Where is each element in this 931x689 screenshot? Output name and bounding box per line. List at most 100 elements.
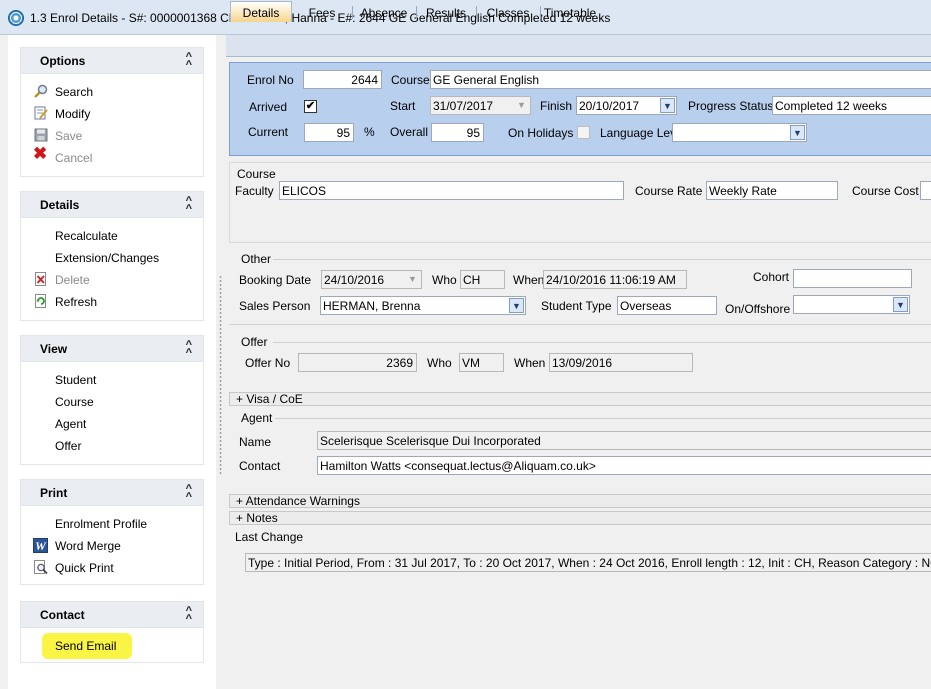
tab-results[interactable]: Results — [420, 4, 472, 22]
when-label: When — [513, 273, 545, 287]
faculty-label: Faculty — [235, 184, 274, 198]
quick-print-item[interactable]: Quick Print — [55, 561, 114, 575]
start-label: Start — [390, 99, 416, 113]
view-agent-item[interactable]: Agent — [55, 417, 86, 431]
booking-date-label: Booking Date — [239, 273, 312, 287]
overall-field[interactable]: 95 — [431, 123, 484, 142]
arrived-label: Arrived — [249, 100, 288, 114]
magnifier-icon — [34, 84, 48, 98]
dropdown-arrow-icon[interactable]: ▼ — [660, 98, 675, 113]
tab-separator — [540, 6, 541, 19]
chevron-up-icon[interactable]: ^ ^ — [186, 484, 192, 503]
word-merge-item[interactable]: Word Merge — [55, 539, 121, 553]
course-cost-label: Course Cost — [852, 184, 919, 198]
faculty-field[interactable]: ELICOS — [279, 181, 624, 200]
offer-divider — [273, 342, 931, 343]
save-menu-item[interactable]: Save — [55, 129, 82, 143]
word-icon: W — [33, 538, 48, 553]
booking-date-field[interactable]: 24/10/2016 ▼ — [321, 270, 422, 289]
view-group: View ^ ^ — [20, 335, 204, 465]
start-date-field[interactable]: 31/07/2017 ▼ — [430, 96, 531, 115]
tab-classes[interactable]: Classes — [480, 4, 536, 22]
other-section-title: Other — [241, 252, 272, 266]
chevron-up-icon[interactable]: ^ ^ — [186, 340, 192, 359]
course-cost-field[interactable] — [920, 181, 931, 200]
finish-date-field[interactable]: 20/10/2017 ▼ — [576, 96, 677, 115]
send-email-item[interactable]: Send Email — [55, 639, 116, 653]
course-rate-field[interactable]: Weekly Rate — [706, 181, 838, 200]
course-field[interactable]: GE General English — [430, 70, 931, 89]
details-header[interactable]: Details ^ ^ — [21, 192, 203, 218]
view-student-item[interactable]: Student — [55, 373, 96, 387]
who-field: CH — [460, 270, 505, 289]
tab-timetable[interactable]: Timetable — [542, 4, 598, 22]
tab-separator — [352, 6, 353, 19]
student-type-field[interactable]: Overseas — [617, 296, 717, 315]
cohort-field[interactable] — [793, 269, 912, 288]
modify-menu-item[interactable]: Modify — [55, 107, 90, 121]
language-level-dropdown[interactable]: ▼ — [672, 123, 807, 142]
view-offer-item[interactable]: Offer — [55, 439, 81, 453]
notes-expander[interactable]: + Notes — [229, 511, 931, 525]
chevron-up-icon[interactable]: ^ ^ — [186, 606, 192, 625]
tab-absence[interactable]: Absence — [356, 4, 412, 22]
enrol-no-field[interactable]: 2644 — [303, 70, 382, 89]
dropdown-arrow-icon[interactable]: ▼ — [405, 272, 420, 287]
app-icon — [8, 10, 24, 26]
course-section-title: Course — [237, 167, 276, 181]
language-level-label: Language Leve — [600, 126, 683, 140]
current-label: Current — [248, 125, 289, 139]
view-header[interactable]: View ^ ^ — [21, 336, 203, 362]
visa-coe-expander[interactable]: + Visa / CoE — [229, 392, 931, 406]
view-course-item[interactable]: Course — [55, 395, 94, 409]
offer-when-field: 13/09/2016 — [549, 353, 693, 372]
offer-no-field: 2369 — [298, 353, 417, 372]
course-label: Course — [391, 73, 430, 87]
extension-changes-menu-item[interactable]: Extension/Changes — [55, 251, 159, 265]
cancel-menu-item[interactable]: Cancel — [55, 151, 92, 165]
on-offshore-dropdown[interactable]: ▼ — [793, 295, 910, 314]
tab-details[interactable]: Details — [230, 1, 292, 22]
progress-status-field[interactable]: Completed 12 weeks — [772, 96, 931, 115]
refresh-icon — [35, 294, 46, 308]
search-menu-item[interactable]: Search — [55, 85, 93, 99]
dropdown-arrow-icon[interactable]: ▼ — [514, 98, 529, 113]
tab-separator — [476, 6, 477, 19]
agent-divider — [275, 418, 931, 419]
agent-section-title: Agent — [241, 411, 273, 425]
attendance-warnings-expander[interactable]: + Attendance Warnings — [229, 494, 931, 508]
offer-section-title: Offer — [241, 335, 268, 349]
print-header[interactable]: Print ^ ^ — [21, 480, 203, 506]
recalculate-menu-item[interactable]: Recalculate — [55, 229, 118, 243]
chevron-up-icon[interactable]: ^ ^ — [186, 196, 192, 215]
dropdown-arrow-icon[interactable]: ▼ — [790, 125, 805, 140]
on-holidays-checkbox[interactable] — [577, 126, 590, 139]
edit-icon — [34, 106, 48, 120]
agent-contact-field[interactable]: Hamilton Watts <consequat.lectus@Aliquam… — [317, 456, 931, 475]
who-label: Who — [432, 273, 457, 287]
chevron-up-icon[interactable]: ^ ^ — [186, 52, 192, 71]
options-header[interactable]: Options ^ ^ — [21, 48, 203, 74]
arrived-checkbox[interactable]: ✔ — [304, 100, 317, 113]
dropdown-arrow-icon[interactable]: ▼ — [893, 297, 908, 312]
dropdown-arrow-icon[interactable]: ▼ — [509, 298, 524, 313]
sales-person-dropdown[interactable]: HERMAN, Brenna ▼ — [320, 296, 526, 315]
refresh-menu-item[interactable]: Refresh — [55, 295, 97, 309]
delete-doc-icon — [35, 272, 46, 286]
progress-status-label: Progress Status — [688, 99, 774, 113]
agent-name-field: Scelerisque Scelerisque Dui Incorporated — [317, 431, 931, 450]
tab-fees[interactable]: Fees — [296, 4, 348, 22]
enrolment-profile-item[interactable]: Enrolment Profile — [55, 517, 147, 531]
panel-splitter[interactable] — [219, 275, 222, 475]
contact-header[interactable]: Contact ^ ^ — [21, 602, 203, 628]
finish-date-value: 20/10/2017 — [579, 99, 640, 113]
other-bottom-line — [229, 324, 931, 325]
offer-who-field: VM — [459, 353, 504, 372]
delete-menu-item[interactable]: Delete — [55, 273, 90, 287]
current-field[interactable]: 95 — [304, 123, 354, 142]
sales-person-value: HERMAN, Brenna — [323, 299, 421, 313]
agent-contact-label: Contact — [239, 459, 281, 473]
last-change-field: Type : Initial Period, From : 31 Jul 201… — [245, 553, 931, 572]
course-section: Course — [229, 162, 931, 243]
tab-separator — [416, 6, 417, 19]
